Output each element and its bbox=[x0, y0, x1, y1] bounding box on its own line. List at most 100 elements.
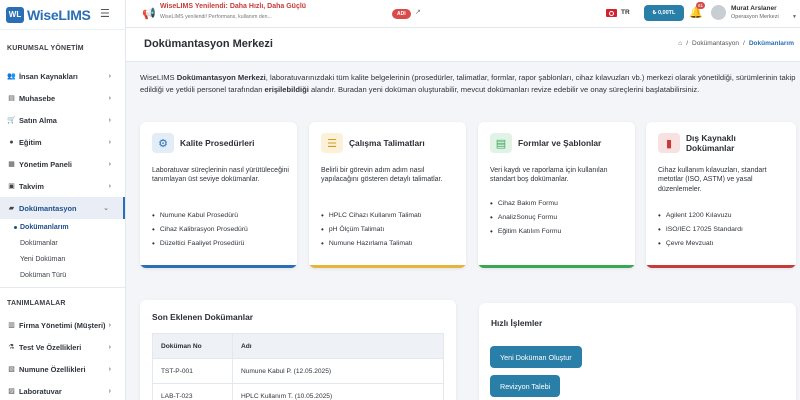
turkey-flag-icon[interactable] bbox=[606, 9, 617, 17]
form-icon: ▤ bbox=[490, 133, 512, 153]
user-role: Operasyon Merkezi bbox=[731, 14, 779, 20]
table-row[interactable]: LAB-T-023 HPLC Kullanım T. (10.05.2025) bbox=[152, 383, 444, 400]
sidebar-item-label: Takvim bbox=[19, 181, 44, 191]
intro-text: WiseLIMS Dokümantasyon Merkezi, laboratu… bbox=[140, 72, 796, 95]
list-item[interactable]: AnalizSonuç Formu bbox=[490, 210, 630, 224]
sidebar-item-yonetim-paneli[interactable]: ▦ Yönetim Paneli › bbox=[0, 153, 125, 175]
chevron-right-icon: › bbox=[108, 138, 111, 146]
sidebar-subitem-dokumanlarim[interactable]: Dokümanlarım bbox=[0, 219, 125, 235]
chevron-down-icon: ⌄ bbox=[103, 205, 109, 212]
chevron-right-icon: › bbox=[108, 387, 111, 395]
sidebar-item-laboratuvar[interactable]: ▨ Laboratuvar › bbox=[0, 380, 125, 400]
intro-bold: erişilebildiği bbox=[264, 84, 309, 94]
sidebar-item-numune-ozellikleri[interactable]: ▧ Numune Özellikleri › bbox=[0, 358, 125, 380]
chevron-right-icon: › bbox=[108, 321, 111, 329]
sidebar-item-test-ve-ozellikleri[interactable]: ⚗ Test Ve Özellikleri › bbox=[0, 336, 125, 358]
list-item[interactable]: Çevre Mevzuatı bbox=[658, 236, 796, 250]
sidebar-item-label: Dokümantasyon bbox=[19, 203, 77, 213]
list-item[interactable]: Cihaz Bakım Formu bbox=[490, 196, 630, 210]
sidebar-subitem-dokumanlar[interactable]: Dokümanlar bbox=[0, 235, 125, 251]
checklist-icon: ☰ bbox=[321, 133, 343, 153]
sidebar-item-satin-alma[interactable]: 🛒 Satın Alma › bbox=[0, 109, 125, 131]
panel-title: Hızlı İşlemler bbox=[491, 318, 543, 328]
logo-text: WiseLIMS bbox=[27, 6, 91, 23]
list-item[interactable]: HPLC Cihazı Kullanım Talimatı bbox=[321, 208, 461, 222]
table-header-row: Doküman No Adı bbox=[152, 333, 444, 359]
card-formlar-ve-sablonlar[interactable]: ▤ Formlar ve Şablonlar Veri kaydı ve rap… bbox=[478, 122, 635, 268]
balance-button[interactable]: ₺ 0,00TL bbox=[644, 5, 684, 21]
card-title: Dış Kaynaklı Dokümanlar bbox=[686, 133, 736, 153]
list-item[interactable]: Düzeltici Faaliyet Prosedürü bbox=[152, 236, 292, 250]
sidebar-item-insan-kaynaklari[interactable]: 👥 İnsan Kaynakları › bbox=[0, 65, 125, 87]
table-row[interactable]: TST-P-001 Numune Kabul P. (12.05.2025) bbox=[152, 358, 444, 384]
list-item[interactable]: Numune Kabul Prosedürü bbox=[152, 208, 292, 222]
card-kalite-prosedurleri[interactable]: ⚙ Kalite Prosedürleri Laboratuvar süreçl… bbox=[140, 122, 297, 268]
sidebar-item-label: Firma Yönetimi (Müşteri) bbox=[19, 320, 106, 330]
cart-icon: 🛒 bbox=[7, 117, 16, 124]
chevron-right-icon: › bbox=[108, 160, 111, 168]
home-icon[interactable]: ⌂ bbox=[678, 40, 682, 47]
calendar-icon: ▣ bbox=[8, 183, 15, 190]
chevron-right-icon: › bbox=[108, 343, 111, 351]
column-header-dokuman-no[interactable]: Doküman No bbox=[152, 333, 233, 359]
sample-icon: ▧ bbox=[8, 366, 15, 373]
sidebar-item-muhasebe[interactable]: ▤ Muhasebe › bbox=[0, 87, 125, 109]
card-description: Laboratuvar süreçlerinin nasıl yürütülec… bbox=[152, 167, 289, 184]
sidebar-item-egitim[interactable]: ● Eğitim › bbox=[0, 131, 125, 153]
breadcrumb-item[interactable]: Dokümantasyon bbox=[692, 40, 739, 47]
card-accent-bar bbox=[478, 265, 635, 268]
card-accent-bar bbox=[309, 265, 466, 268]
table-cell: Numune Kabul P. (12.05.2025) bbox=[232, 358, 444, 384]
list-item[interactable]: Cihaz Kalibrasyon Prosedürü bbox=[152, 222, 292, 236]
list-item[interactable]: Eğitim Katılım Formu bbox=[490, 224, 630, 238]
sidebar-item-label: Test Ve Özellikleri bbox=[19, 342, 82, 352]
graduation-icon: ● bbox=[9, 138, 14, 146]
announcement-badge: ADI bbox=[392, 9, 411, 19]
panel-icon: ▦ bbox=[8, 161, 15, 168]
card-dis-kaynakli-dokumanlar[interactable]: ▮ Dış Kaynaklı Dokümanlar Cihaz kullanım… bbox=[646, 122, 796, 268]
sidebar-item-firma-yonetimi[interactable]: ▥ Firma Yönetimi (Müşteri) › bbox=[0, 314, 125, 336]
sidebar-item-label: Muhasebe bbox=[19, 93, 56, 103]
list-item[interactable]: Numune Hazırlama Talimatı bbox=[321, 236, 461, 250]
chevron-right-icon: › bbox=[108, 94, 111, 102]
list-item[interactable]: ISO/IEC 17025 Standardı bbox=[658, 222, 796, 236]
chevron-right-icon: › bbox=[108, 116, 111, 124]
card-description: Veri kaydı ve raporlama için kullanılan … bbox=[490, 167, 608, 184]
card-list: HPLC Cihazı Kullanım Talimatı pH Ölçüm T… bbox=[321, 208, 461, 250]
external-link-icon[interactable]: ↗ bbox=[415, 8, 421, 16]
card-list: Agilent 1200 Kılavuzu ISO/IEC 17025 Stan… bbox=[658, 208, 796, 250]
book-icon: ▮ bbox=[658, 133, 680, 153]
intro-bold: Dokümantasyon Merkezi bbox=[176, 73, 266, 82]
menu-icon[interactable]: ☰ bbox=[100, 7, 110, 20]
breadcrumb: ⌂ / Dokümantasyon / Dokümanlarım bbox=[678, 40, 794, 47]
table-cell: LAB-T-023 bbox=[152, 383, 233, 400]
revision-request-button[interactable]: Revizyon Talebi bbox=[490, 375, 561, 397]
new-document-button[interactable]: Yeni Doküman Oluştur bbox=[490, 346, 582, 368]
sidebar-item-label: İnsan Kaynakları bbox=[19, 71, 78, 81]
sidebar-item-label: Satın Alma bbox=[19, 115, 57, 125]
sidebar-item-takvim[interactable]: ▣ Takvim › bbox=[0, 175, 125, 197]
table-cell: TST-P-001 bbox=[152, 358, 233, 384]
chevron-down-icon[interactable]: ▼ bbox=[792, 14, 797, 20]
lab-icon: ▨ bbox=[8, 388, 15, 395]
announcement-title[interactable]: WiseLIMS Yenilendi: Daha Hızlı, Daha Güç… bbox=[160, 3, 306, 10]
building-icon: ▥ bbox=[8, 322, 15, 329]
sidebar-subitem-yeni-dokuman[interactable]: Yeni Doküman bbox=[0, 251, 125, 267]
breadcrumb-current: Dokümanlarım bbox=[748, 40, 794, 47]
calculator-icon: ▤ bbox=[8, 95, 15, 102]
breadcrumb-separator: / bbox=[743, 40, 745, 47]
sidebar-subitem-dokuman-turu[interactable]: Doküman Türü bbox=[0, 267, 125, 283]
column-header-adi[interactable]: Adı bbox=[232, 333, 444, 359]
list-item[interactable]: pH Ölçüm Talimatı bbox=[321, 222, 461, 236]
panel-title: Son Eklenen Dokümanlar bbox=[152, 312, 253, 322]
avatar[interactable] bbox=[711, 5, 726, 20]
latest-documents-table: Doküman No Adı TST-P-001 Numune Kabul P.… bbox=[152, 333, 444, 400]
card-description: Cihaz kullanım kılavuzları, standart met… bbox=[658, 167, 767, 193]
language-selector[interactable]: TR bbox=[621, 9, 630, 16]
user-name[interactable]: Murat Arslaner bbox=[731, 5, 777, 12]
sidebar-item-dokumantasyon[interactable]: ▰ Dokümantasyon ⌄ bbox=[0, 197, 125, 219]
sidebar-item-label: Eğitim bbox=[19, 137, 42, 147]
latest-documents-panel: Son Eklenen Dokümanlar Doküman No Adı TS… bbox=[140, 300, 456, 400]
list-item[interactable]: Agilent 1200 Kılavuzu bbox=[658, 208, 796, 222]
card-calisma-talimatlari[interactable]: ☰ Çalışma Talimatları Belirli bir görevi… bbox=[309, 122, 466, 268]
